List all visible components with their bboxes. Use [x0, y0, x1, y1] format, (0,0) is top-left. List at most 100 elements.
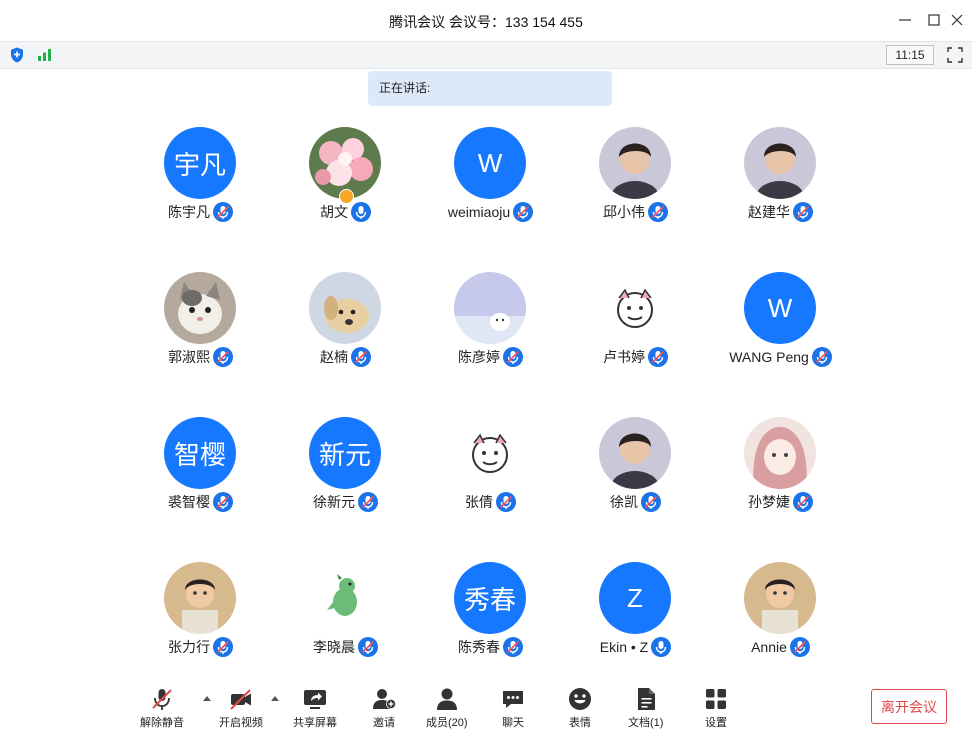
avatar: 智樱 [164, 417, 236, 489]
chat-button[interactable]: 聊天 [500, 686, 526, 730]
participant-tile[interactable]: 孙梦婕 [708, 417, 853, 537]
mic-muted-icon [503, 637, 523, 657]
title-bar: 腾讯会议 会议号：133 154 455 [0, 0, 972, 41]
participant-tile[interactable]: 智樱 裘智樱 [128, 417, 273, 537]
status-bar: 11:15 [0, 41, 972, 69]
settings-label: 设置 [705, 717, 727, 729]
participant-name: 胡文 [320, 204, 348, 220]
participant-tile[interactable]: 宇凡 陈宇凡 [128, 127, 273, 247]
participant-name-row: 张力行 [128, 636, 273, 658]
mic-muted-icon [149, 686, 175, 712]
mic-muted-icon [213, 637, 233, 657]
video-options-caret[interactable] [271, 696, 279, 701]
participant-name-row: 孙梦婕 [708, 491, 853, 513]
reactions-label: 表情 [569, 717, 591, 729]
audio-options-caret[interactable] [203, 696, 211, 701]
avatar: 秀春 [454, 562, 526, 634]
participant-tile[interactable]: 赵楠 [273, 272, 418, 392]
camera-off-icon [228, 686, 254, 712]
avatar [454, 417, 526, 489]
signal-bars-icon[interactable] [36, 46, 54, 64]
participant-name-row: 邱小伟 [563, 201, 708, 223]
unmute-label: 解除静音 [140, 717, 184, 729]
chat-icon [500, 686, 526, 712]
mic-muted-icon [358, 637, 378, 657]
leave-meeting-button[interactable]: 离开会议 [871, 689, 947, 724]
participant-tile[interactable]: 邱小伟 [563, 127, 708, 247]
settings-button[interactable]: 设置 [703, 686, 729, 730]
document-icon [633, 686, 659, 712]
participant-tile[interactable]: 张力行 [128, 562, 273, 682]
close-icon[interactable] [947, 10, 967, 30]
participant-name-row: 陈宇凡 [128, 201, 273, 223]
participant-tile[interactable]: Z Ekin • Z [563, 562, 708, 682]
participant-name-row: 赵建华 [708, 201, 853, 223]
participant-tile[interactable]: 胡文 [273, 127, 418, 247]
participant-name-row: 卢书婷 [563, 346, 708, 368]
fullscreen-icon[interactable] [946, 46, 964, 64]
participant-name: 陈宇凡 [168, 204, 210, 220]
participant-tile[interactable]: 徐凯 [563, 417, 708, 537]
shield-icon[interactable] [8, 46, 26, 64]
avatar: W [454, 127, 526, 199]
minimize-icon[interactable] [895, 10, 915, 30]
mic-muted-icon [213, 347, 233, 367]
participant-name: 陈秀春 [458, 639, 500, 655]
participant-name-row: 徐凯 [563, 491, 708, 513]
participant-tile[interactable]: 新元 徐新元 [273, 417, 418, 537]
participant-tile[interactable]: 陈彦婷 [418, 272, 563, 392]
participant-name: 卢书婷 [603, 349, 645, 365]
speaking-indicator: 正在讲话: [368, 71, 612, 106]
participant-tile[interactable]: Annie [708, 562, 853, 682]
participant-tile[interactable]: 赵建华 [708, 127, 853, 247]
maximize-icon[interactable] [924, 10, 944, 30]
window-title: 腾讯会议 会议号：133 154 455 [389, 14, 583, 30]
participant-name: 徐凯 [610, 494, 638, 510]
invite-button[interactable]: 邀请 [371, 686, 397, 730]
members-label: 成员(20) [426, 717, 468, 729]
participant-name: 陈彦婷 [458, 349, 500, 365]
start-video-button[interactable]: 开启视频 [219, 686, 263, 730]
add-user-icon [371, 686, 397, 712]
chat-label: 聊天 [502, 717, 524, 729]
participant-tile[interactable]: Wweimiaoju [418, 127, 563, 247]
participant-name-row: Ekin • Z [563, 636, 708, 658]
participant-tile[interactable]: W WANG Peng [708, 272, 853, 392]
participant-name: 郭淑熙 [168, 349, 210, 365]
unmute-button[interactable]: 解除静音 [140, 686, 184, 730]
participant-name-row: WANG Peng [708, 346, 853, 368]
participant-tile[interactable]: 张倩 [418, 417, 563, 537]
participant-name: 张倩 [465, 494, 493, 510]
participant-tile[interactable]: 郭淑熙 [128, 272, 273, 392]
participant-tile[interactable]: 李晓晨 [273, 562, 418, 682]
participant-tile[interactable]: 卢书婷 [563, 272, 708, 392]
share-screen-button[interactable]: 共享屏幕 [293, 686, 337, 730]
participant-name-row: 陈秀春 [418, 636, 563, 658]
participant-tile[interactable]: 秀春陈秀春 [418, 562, 563, 682]
avatar [599, 127, 671, 199]
participant-name-row: 胡文 [273, 201, 418, 223]
participant-name-row: 赵楠 [273, 346, 418, 368]
avatar [599, 272, 671, 344]
mic-muted-icon [793, 202, 813, 222]
mic-muted-icon [793, 492, 813, 512]
mic-muted-icon [648, 202, 668, 222]
avatar [309, 272, 381, 344]
participant-name: 赵楠 [320, 349, 348, 365]
mic-muted-icon [351, 347, 371, 367]
reactions-button[interactable]: 表情 [567, 686, 593, 730]
participant-name: WANG Peng [729, 349, 809, 365]
mic-muted-icon [213, 202, 233, 222]
mic-muted-icon [496, 492, 516, 512]
participant-name: 孙梦婕 [748, 494, 790, 510]
avatar: Z [599, 562, 671, 634]
members-button[interactable]: 成员(20) [426, 686, 468, 730]
avatar [599, 417, 671, 489]
participant-name: 赵建华 [748, 204, 790, 220]
mic-muted-icon [513, 202, 534, 222]
avatar [744, 562, 816, 634]
avatar [164, 562, 236, 634]
docs-button[interactable]: 文档(1) [628, 686, 663, 730]
participant-name: 李晓晨 [313, 639, 355, 655]
participant-name-row: 郭淑熙 [128, 346, 273, 368]
